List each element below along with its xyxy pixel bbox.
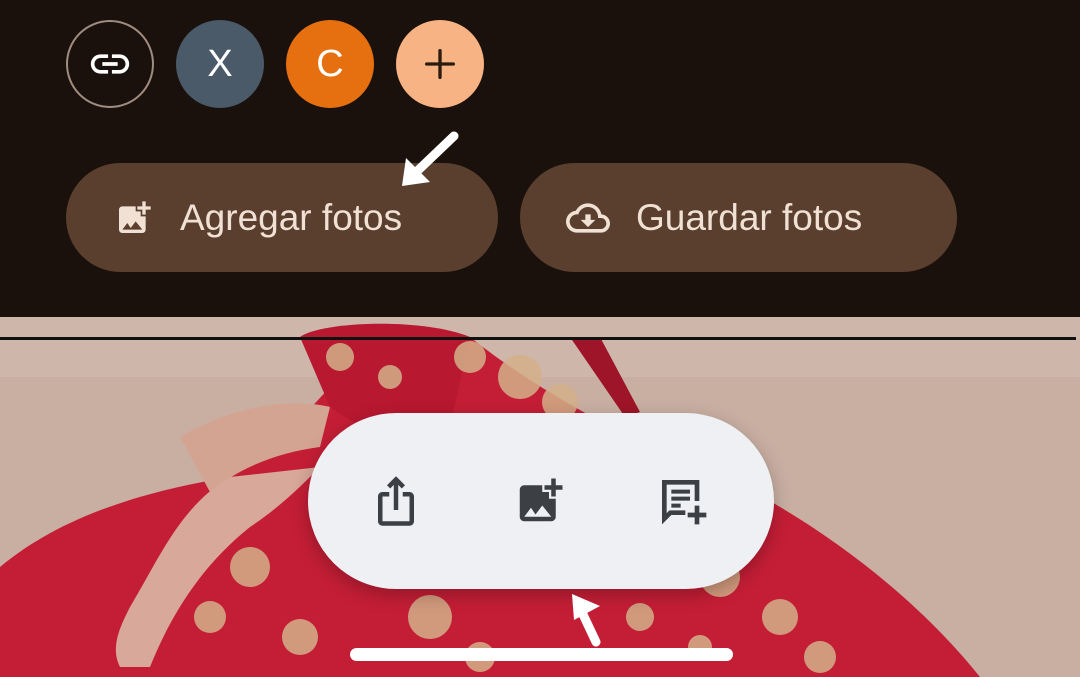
add-photos-label: Agregar fotos: [180, 196, 403, 238]
avatar-initial: C: [316, 42, 344, 85]
pointer-arrow-annotation: [572, 594, 601, 647]
share-link-button[interactable]: [66, 20, 154, 108]
participant-avatar-c[interactable]: C: [286, 20, 374, 108]
divider-line: [0, 337, 1076, 340]
add-comment-button[interactable]: [653, 471, 713, 531]
save-photos-label: Guardar fotos: [636, 196, 863, 238]
avatar-initial: X: [207, 42, 233, 85]
share-button[interactable]: [366, 471, 426, 531]
add-photo-icon: [119, 200, 151, 233]
participant-avatar-x[interactable]: X: [176, 20, 264, 108]
add-photo-button[interactable]: [510, 471, 570, 531]
add-comment-icon: [662, 480, 707, 525]
plus-icon: [425, 49, 455, 80]
photo-action-toolbar: [308, 413, 774, 589]
add-participant-button[interactable]: [396, 20, 484, 108]
save-photos-button[interactable]: Guardar fotos: [520, 163, 957, 272]
cloud-download-icon: [566, 202, 610, 233]
home-indicator[interactable]: [350, 648, 733, 661]
share-icon: [378, 476, 414, 526]
album-header: X C Agregar fotos Guardar fotos: [0, 0, 1080, 317]
pointer-arrow-annotation: [402, 131, 459, 186]
add-photo-icon: [519, 478, 563, 522]
link-icon: [90, 54, 130, 74]
